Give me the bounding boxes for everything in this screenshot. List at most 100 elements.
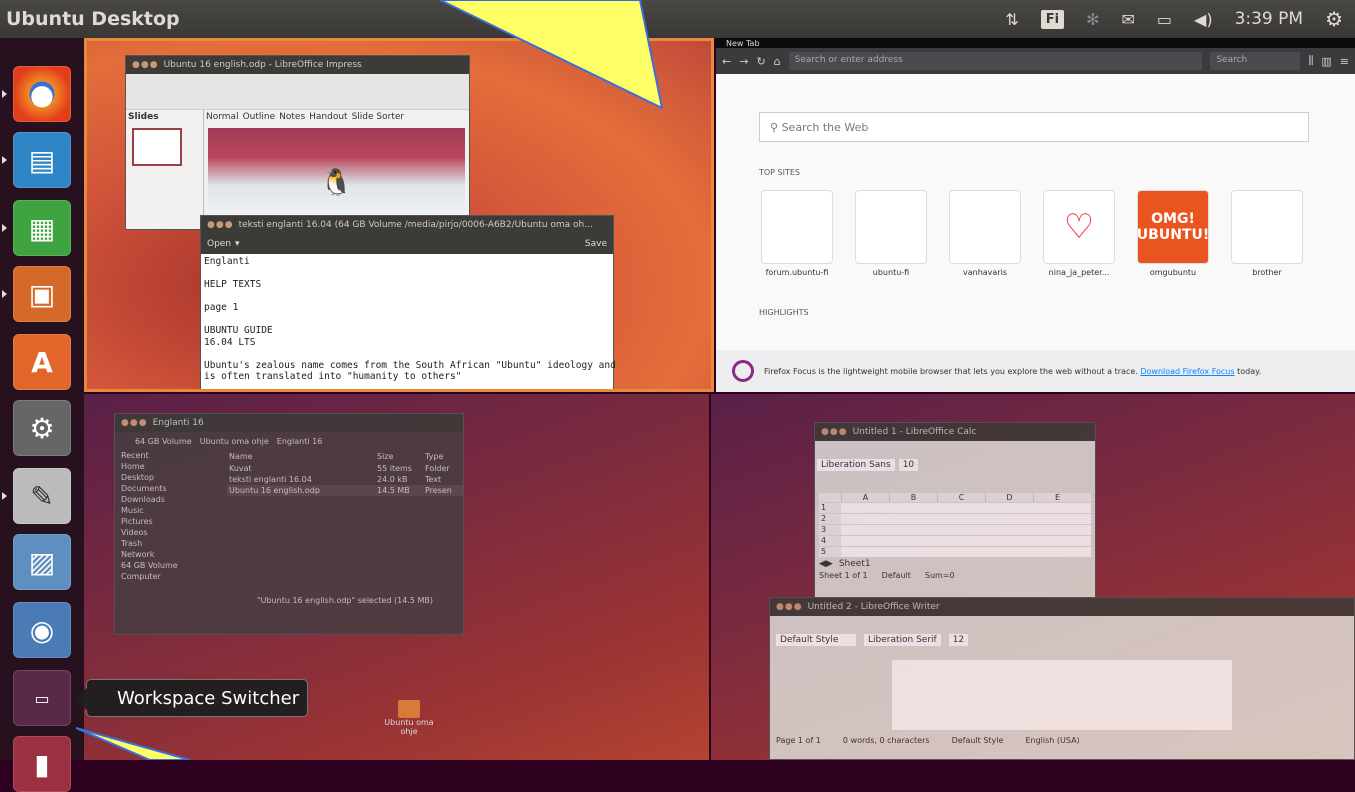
workspace-4[interactable]: ●●● Untitled 1 - LibreOffice Calc Liberat…: [711, 394, 1355, 760]
software-center-icon[interactable]: A: [13, 334, 71, 390]
system-settings-icon[interactable]: ⚙: [13, 400, 71, 456]
tab-notes[interactable]: Notes: [279, 112, 305, 122]
row-header[interactable]: 3: [819, 525, 841, 535]
open-button[interactable]: Open: [207, 239, 231, 249]
reload-icon[interactable]: ↻: [756, 55, 765, 68]
row-header[interactable]: 4: [819, 536, 841, 546]
top-site-tile[interactable]: brother: [1229, 190, 1305, 277]
workspace-1[interactable]: ●●● Ubuntu 16 english.odp - LibreOffice I…: [84, 38, 714, 392]
sidebar-item[interactable]: Downloads: [121, 494, 227, 505]
gedit-window[interactable]: ●●● teksti englanti 16.04 (64 GB Volume /…: [200, 215, 616, 389]
sidebar-item[interactable]: Documents: [121, 483, 227, 494]
column-header[interactable]: A: [841, 493, 889, 502]
window-controls[interactable]: ●●●: [776, 602, 803, 612]
spreadsheet-grid[interactable]: ABCDE 12345: [819, 493, 1091, 557]
trash-launcher-icon[interactable]: ▮: [13, 736, 71, 792]
sheet-tab[interactable]: Sheet1: [839, 559, 871, 569]
sidebar-item[interactable]: 64 GB Volume: [121, 560, 227, 571]
menu-icon[interactable]: ≡: [1340, 55, 1349, 68]
path-segment[interactable]: 64 GB Volume: [135, 437, 192, 446]
sidebar-item[interactable]: Network: [121, 549, 227, 560]
home-icon[interactable]: ⌂: [774, 55, 781, 68]
top-site-tile[interactable]: forum.ubuntu-fi: [759, 190, 835, 277]
files-window[interactable]: ●●● Englanti 16 64 GB Volume Ubuntu oma o…: [114, 413, 464, 635]
top-site-tile[interactable]: OMG! UBUNTU! omgubuntu: [1135, 190, 1211, 277]
column-header[interactable]: B: [889, 493, 937, 502]
sidebar-item[interactable]: Desktop: [121, 472, 227, 483]
network-updown-icon[interactable]: ⇅: [1005, 10, 1018, 29]
clock[interactable]: 3:39 PM: [1235, 9, 1304, 29]
bluetooth-icon[interactable]: ✻: [1086, 10, 1099, 29]
tab-handout[interactable]: Handout: [309, 112, 347, 122]
column-header[interactable]: C: [937, 493, 985, 502]
url-bar[interactable]: Search or enter address: [788, 52, 1203, 70]
settings-gear-icon[interactable]: ⚙: [1325, 7, 1343, 31]
path-segment[interactable]: Englanti 16: [277, 437, 322, 446]
tab-normal[interactable]: Normal: [206, 112, 239, 122]
calc-launcher-icon[interactable]: ▦: [13, 200, 71, 256]
sidebar-icon[interactable]: ▥: [1321, 55, 1331, 68]
document-page[interactable]: [892, 660, 1232, 730]
back-icon[interactable]: ←: [722, 55, 731, 68]
sidebar-item[interactable]: Trash: [121, 538, 227, 549]
slide-thumbnail[interactable]: [132, 128, 182, 166]
row-header[interactable]: 5: [819, 547, 841, 557]
top-site-tile[interactable]: ubuntu-fi: [853, 190, 929, 277]
window-controls[interactable]: ●●●: [821, 427, 848, 437]
sidebar-item[interactable]: Music: [121, 505, 227, 516]
row-header[interactable]: 1: [819, 503, 841, 513]
row-header[interactable]: 2: [819, 514, 841, 524]
font-size-box[interactable]: 12: [948, 634, 969, 646]
column-header-name[interactable]: Name: [229, 452, 377, 461]
file-row[interactable]: Ubuntu 16 english.odp 14.5 MB Presen: [227, 485, 463, 496]
tab-outline[interactable]: Outline: [243, 112, 276, 122]
slide-canvas[interactable]: 🐧: [208, 128, 465, 224]
window-controls[interactable]: ●●●: [132, 60, 159, 70]
sidebar-item[interactable]: Pictures: [121, 516, 227, 527]
workspace-2[interactable]: New Tab ← → ↻ ⌂ Search or enter address Se…: [716, 38, 1355, 392]
sidebar-item[interactable]: Home: [121, 461, 227, 472]
text-area[interactable]: Englanti HELP TEXTS page 1 UBUNTU GUIDE 16.0…: [201, 254, 616, 385]
open-dropdown-icon[interactable]: ▾: [235, 239, 240, 249]
library-icon[interactable]: ⫼: [1308, 54, 1313, 68]
top-site-tile[interactable]: ♡ nina_ja_peter...: [1041, 190, 1117, 277]
forward-icon[interactable]: →: [739, 55, 748, 68]
photos-launcher-icon[interactable]: ▨: [13, 534, 71, 590]
workspace-switcher-icon[interactable]: ▭: [13, 670, 71, 726]
impress-launcher-icon[interactable]: ▣: [13, 266, 71, 322]
battery-icon[interactable]: ▭: [1157, 10, 1172, 29]
font-size-box[interactable]: 10: [898, 459, 919, 471]
calc-window[interactable]: ●●● Untitled 1 - LibreOffice Calc Liberat…: [814, 422, 1096, 598]
font-name-box[interactable]: Liberation Serif: [864, 634, 941, 646]
mail-icon[interactable]: ✉: [1121, 10, 1134, 29]
desktop-folder-icon[interactable]: Ubuntu oma ohje: [384, 700, 434, 736]
sidebar-item[interactable]: Videos: [121, 527, 227, 538]
focus-download-link[interactable]: Download Firefox Focus: [1140, 367, 1234, 376]
impress-window[interactable]: ●●● Ubuntu 16 english.odp - LibreOffice I…: [125, 55, 470, 230]
web-search-box[interactable]: ⚲ Search the Web: [759, 112, 1309, 142]
chromium-launcher-icon[interactable]: ◉: [13, 602, 71, 658]
column-header-size[interactable]: Size: [377, 452, 425, 461]
firefox-launcher-icon[interactable]: ●: [13, 66, 71, 122]
tab-slide-sorter[interactable]: Slide Sorter: [352, 112, 405, 122]
writer-window[interactable]: ●●● Untitled 2 - LibreOffice Writer Defau…: [769, 597, 1355, 760]
sidebar-item[interactable]: Recent: [121, 450, 227, 461]
column-header[interactable]: D: [985, 493, 1033, 502]
firefox-tab[interactable]: New Tab: [726, 39, 760, 48]
path-segment[interactable]: Ubuntu oma ohje: [200, 437, 269, 446]
search-bar[interactable]: Search: [1210, 52, 1301, 70]
keyboard-layout-indicator[interactable]: Fi: [1040, 9, 1065, 29]
top-site-tile[interactable]: vanhavaris: [947, 190, 1023, 277]
file-row[interactable]: Kuvat 55 items Folder: [227, 463, 463, 474]
file-row[interactable]: teksti englanti 16.04 24.0 kB Text: [227, 474, 463, 485]
paragraph-style-box[interactable]: Default Style: [776, 634, 856, 646]
text-editor-launcher-icon[interactable]: ✎: [13, 468, 71, 524]
volume-icon[interactable]: ◀): [1194, 10, 1213, 29]
window-controls[interactable]: ●●●: [207, 220, 234, 230]
writer-launcher-icon[interactable]: ▤: [13, 132, 71, 188]
sidebar-item[interactable]: Computer: [121, 571, 227, 582]
column-header-type[interactable]: Type: [425, 452, 461, 461]
sheet-nav-icon[interactable]: ◀▶: [819, 559, 833, 569]
column-header[interactable]: E: [1033, 493, 1081, 502]
font-name-box[interactable]: Liberation Sans: [817, 459, 895, 471]
